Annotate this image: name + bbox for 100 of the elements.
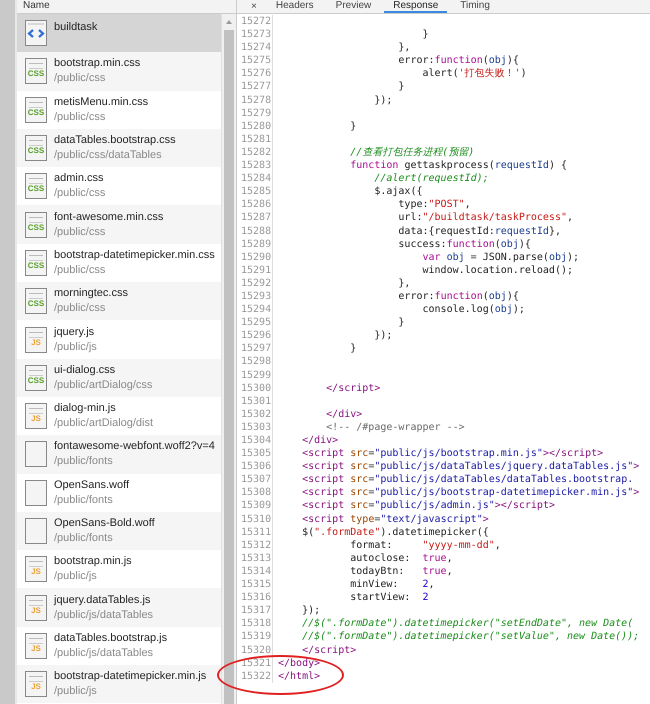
line-number: 15317 <box>237 604 273 618</box>
line-number: 15307 <box>237 473 273 486</box>
code-line: </div> <box>301 434 338 448</box>
file-path: /public/fonts <box>54 531 114 546</box>
css-file-icon: CSS <box>25 288 47 314</box>
file-path: /public/artDialog/css <box>54 378 152 393</box>
code-line: }, <box>397 276 410 290</box>
file-path: /public/css <box>54 71 106 86</box>
close-icon[interactable]: × <box>245 1 263 13</box>
line-number: 15278 <box>237 94 273 107</box>
file-name: jquery.dataTables.js <box>54 592 152 608</box>
code-line: <script type="text/javascript"> <box>301 512 489 526</box>
line-number: 15292 <box>237 276 273 290</box>
request-row[interactable]: CSS ui-dialog.css /public/artDialog/css <box>17 358 221 397</box>
request-row[interactable]: CSS morningtec.css /public/css <box>17 282 221 320</box>
file-name: bootstrap.min.css <box>54 56 140 72</box>
code-line: function gettaskprocess(requestId) { <box>349 159 567 172</box>
line-number: 15322 <box>237 670 273 683</box>
file-path: /public/css <box>54 186 106 202</box>
code-line: error:function(obj){ <box>397 54 519 68</box>
file-name: dataTables.bootstrap.js <box>54 630 168 646</box>
line-number: 15289 <box>237 238 273 251</box>
line-number: 15304 <box>237 434 273 448</box>
line-number: 15286 <box>237 198 273 212</box>
line-number: 15316 <box>237 591 273 604</box>
line-number: 15277 <box>237 80 273 94</box>
file-name: morningtec.css <box>54 286 128 302</box>
tab[interactable]: Response <box>384 0 448 13</box>
request-row[interactable]: JS bootstrap-datetimepicker.min.js /public/js <box>17 665 221 704</box>
line-number: 15279 <box>237 106 273 120</box>
code-line: }); <box>301 604 320 618</box>
line-number: 15319 <box>237 630 273 644</box>
request-row[interactable]: buildtask <box>17 14 221 52</box>
css-file-icon: CSS <box>25 212 47 238</box>
css-file-icon: CSS <box>25 250 47 276</box>
tab[interactable]: Timing <box>451 0 499 13</box>
code-line: </script> <box>325 382 380 395</box>
tab[interactable]: Headers <box>266 0 323 13</box>
request-row[interactable]: JS jquery.dataTables.js /public/js/dataTables <box>17 588 221 627</box>
line-number: 15291 <box>237 264 273 277</box>
line-number: 15288 <box>237 224 273 238</box>
file-path: /public/js/dataTables <box>54 646 154 661</box>
code-line: $(".formDate").datetimepicker({ <box>301 526 489 539</box>
line-number: 15309 <box>237 499 273 513</box>
file-name: dialog-min.js <box>54 401 117 416</box>
code-line: //alert(requestId); <box>373 172 489 186</box>
column-header[interactable]: Name <box>17 0 236 14</box>
file-path: /public/fonts <box>54 492 114 508</box>
request-row[interactable]: CSS bootstrap.min.css /public/css <box>17 52 221 91</box>
code-line: //$(".formDate").datetimepicker("setValue", new Date()); <box>301 630 640 644</box>
request-row[interactable]: fontawesome-webfont.woff2?v=4 /public/fonts <box>17 435 221 474</box>
code-line: //$(".formDate").datetimepicker("setEndDate", new Date( <box>301 617 634 630</box>
file-name: admin.css <box>54 171 105 186</box>
scrollbar[interactable] <box>221 14 236 704</box>
file-name: bootstrap-datetimepicker.min.css <box>54 248 215 263</box>
line-number: 15301 <box>237 394 273 408</box>
code-line: <script src="public/js/bootstrap.min.js"></script> <box>301 447 604 460</box>
line-number: 15299 <box>237 368 273 382</box>
code-line: //查看打包任务进程(预留) <box>349 146 474 160</box>
code-line: autoclose: true, <box>349 552 453 565</box>
line-number: 15281 <box>237 132 273 146</box>
file-path: /public/artDialog/dist <box>54 416 154 432</box>
file-name: dataTables.bootstrap.css <box>54 133 176 148</box>
js-file-icon: JS <box>25 632 47 659</box>
css-file-icon: CSS <box>25 58 47 84</box>
file-name: metisMenu.min.css <box>54 94 148 110</box>
js-file-icon: JS <box>25 403 47 430</box>
line-number: 15282 <box>237 146 273 160</box>
code-line: console.log(obj); <box>421 303 525 316</box>
code-line: <script src="public/js/dataTables/dataTables.bootstrap. <box>301 473 634 486</box>
code-line: <script src="public/js/bootstrap-datetimepicker.min.js"> <box>301 486 640 500</box>
line-number: 15302 <box>237 408 273 421</box>
file-name: ui-dialog.css <box>54 362 116 378</box>
code-line: } <box>349 120 356 133</box>
line-number: 15285 <box>237 185 273 198</box>
code-line: </html> <box>278 670 320 683</box>
file-name: bootstrap-datetimepicker.min.js <box>54 669 206 684</box>
code-line: <!-- /#page-wrapper --> <box>325 420 465 434</box>
tab[interactable]: Preview <box>326 0 380 13</box>
line-number: 15283 <box>237 159 273 172</box>
line-number: 15276 <box>237 67 273 80</box>
code-line: success:function(obj){ <box>397 238 531 251</box>
code-line: <script src="public/js/dataTables/jquery.dataTables.js"> <box>301 460 640 474</box>
js-file-icon: JS <box>25 671 47 698</box>
line-number: 15272 <box>237 15 273 28</box>
code-line: data:{requestId:requestId}, <box>397 224 561 238</box>
line-number: 15313 <box>237 552 273 565</box>
code-line: } <box>397 316 404 330</box>
request-row[interactable]: CSS dataTables.bootstrap.css /public/css/dataTables <box>17 128 221 168</box>
blank-file-icon <box>25 480 47 506</box>
js-file-icon: JS <box>25 556 47 582</box>
css-file-icon: CSS <box>25 96 47 123</box>
file-name: buildtask <box>54 20 98 35</box>
request-row[interactable]: CSS font-awesome.min.css /public/css <box>17 205 221 244</box>
code-line: } <box>349 342 356 356</box>
line-number: 15275 <box>237 54 273 68</box>
code-line: <script src="public/js/admin.js"></script> <box>301 499 555 513</box>
request-row[interactable]: OpenSans-Bold.woff /public/fonts <box>17 512 221 550</box>
code-line: </script> <box>301 644 356 657</box>
file-path: /public/css/dataTables <box>54 148 163 164</box>
